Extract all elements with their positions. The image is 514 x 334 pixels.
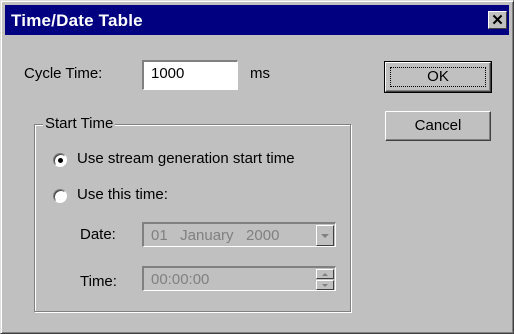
spin-down-button[interactable] (316, 280, 334, 290)
close-icon: ✕ (491, 12, 504, 29)
title-bar[interactable]: Time/Date Table ✕ (5, 5, 509, 35)
cycle-time-input[interactable]: 1000 (142, 60, 238, 90)
radio-use-stream-start[interactable] (53, 153, 67, 167)
date-value: 01 January 2000 (151, 227, 280, 244)
time-value: 00:00:00 (151, 271, 210, 288)
ok-button-label: OK (427, 68, 449, 85)
chevron-up-icon (322, 273, 328, 276)
date-picker[interactable]: 01 January 2000 (142, 222, 336, 247)
time-spinner[interactable] (316, 269, 334, 290)
radio-use-this-time[interactable] (53, 189, 67, 203)
radio-selected-dot (58, 158, 63, 163)
chevron-down-icon (322, 284, 328, 287)
chevron-down-icon (321, 234, 329, 238)
time-picker[interactable]: 00:00:00 (142, 266, 336, 291)
cycle-time-unit: ms (250, 65, 270, 82)
date-dropdown-button[interactable] (316, 225, 334, 246)
cycle-time-value: 1000 (151, 65, 185, 82)
radio-use-stream-start-label[interactable]: Use stream generation start time (77, 150, 295, 167)
radio-use-this-time-label[interactable]: Use this time: (77, 186, 168, 203)
ok-button[interactable]: OK (384, 61, 492, 93)
time-date-dialog: Time/Date Table ✕ Cycle Time: 1000 ms OK… (0, 0, 514, 334)
spin-up-button[interactable] (316, 269, 334, 279)
cancel-button[interactable]: Cancel (385, 111, 491, 141)
date-label: Date: (80, 226, 116, 243)
cycle-time-label: Cycle Time: (24, 65, 103, 82)
window-title: Time/Date Table (11, 11, 143, 30)
start-time-group-label: Start Time (43, 115, 116, 132)
cancel-button-label: Cancel (414, 117, 462, 134)
close-button[interactable]: ✕ (488, 11, 507, 29)
time-label: Time: (80, 273, 117, 290)
